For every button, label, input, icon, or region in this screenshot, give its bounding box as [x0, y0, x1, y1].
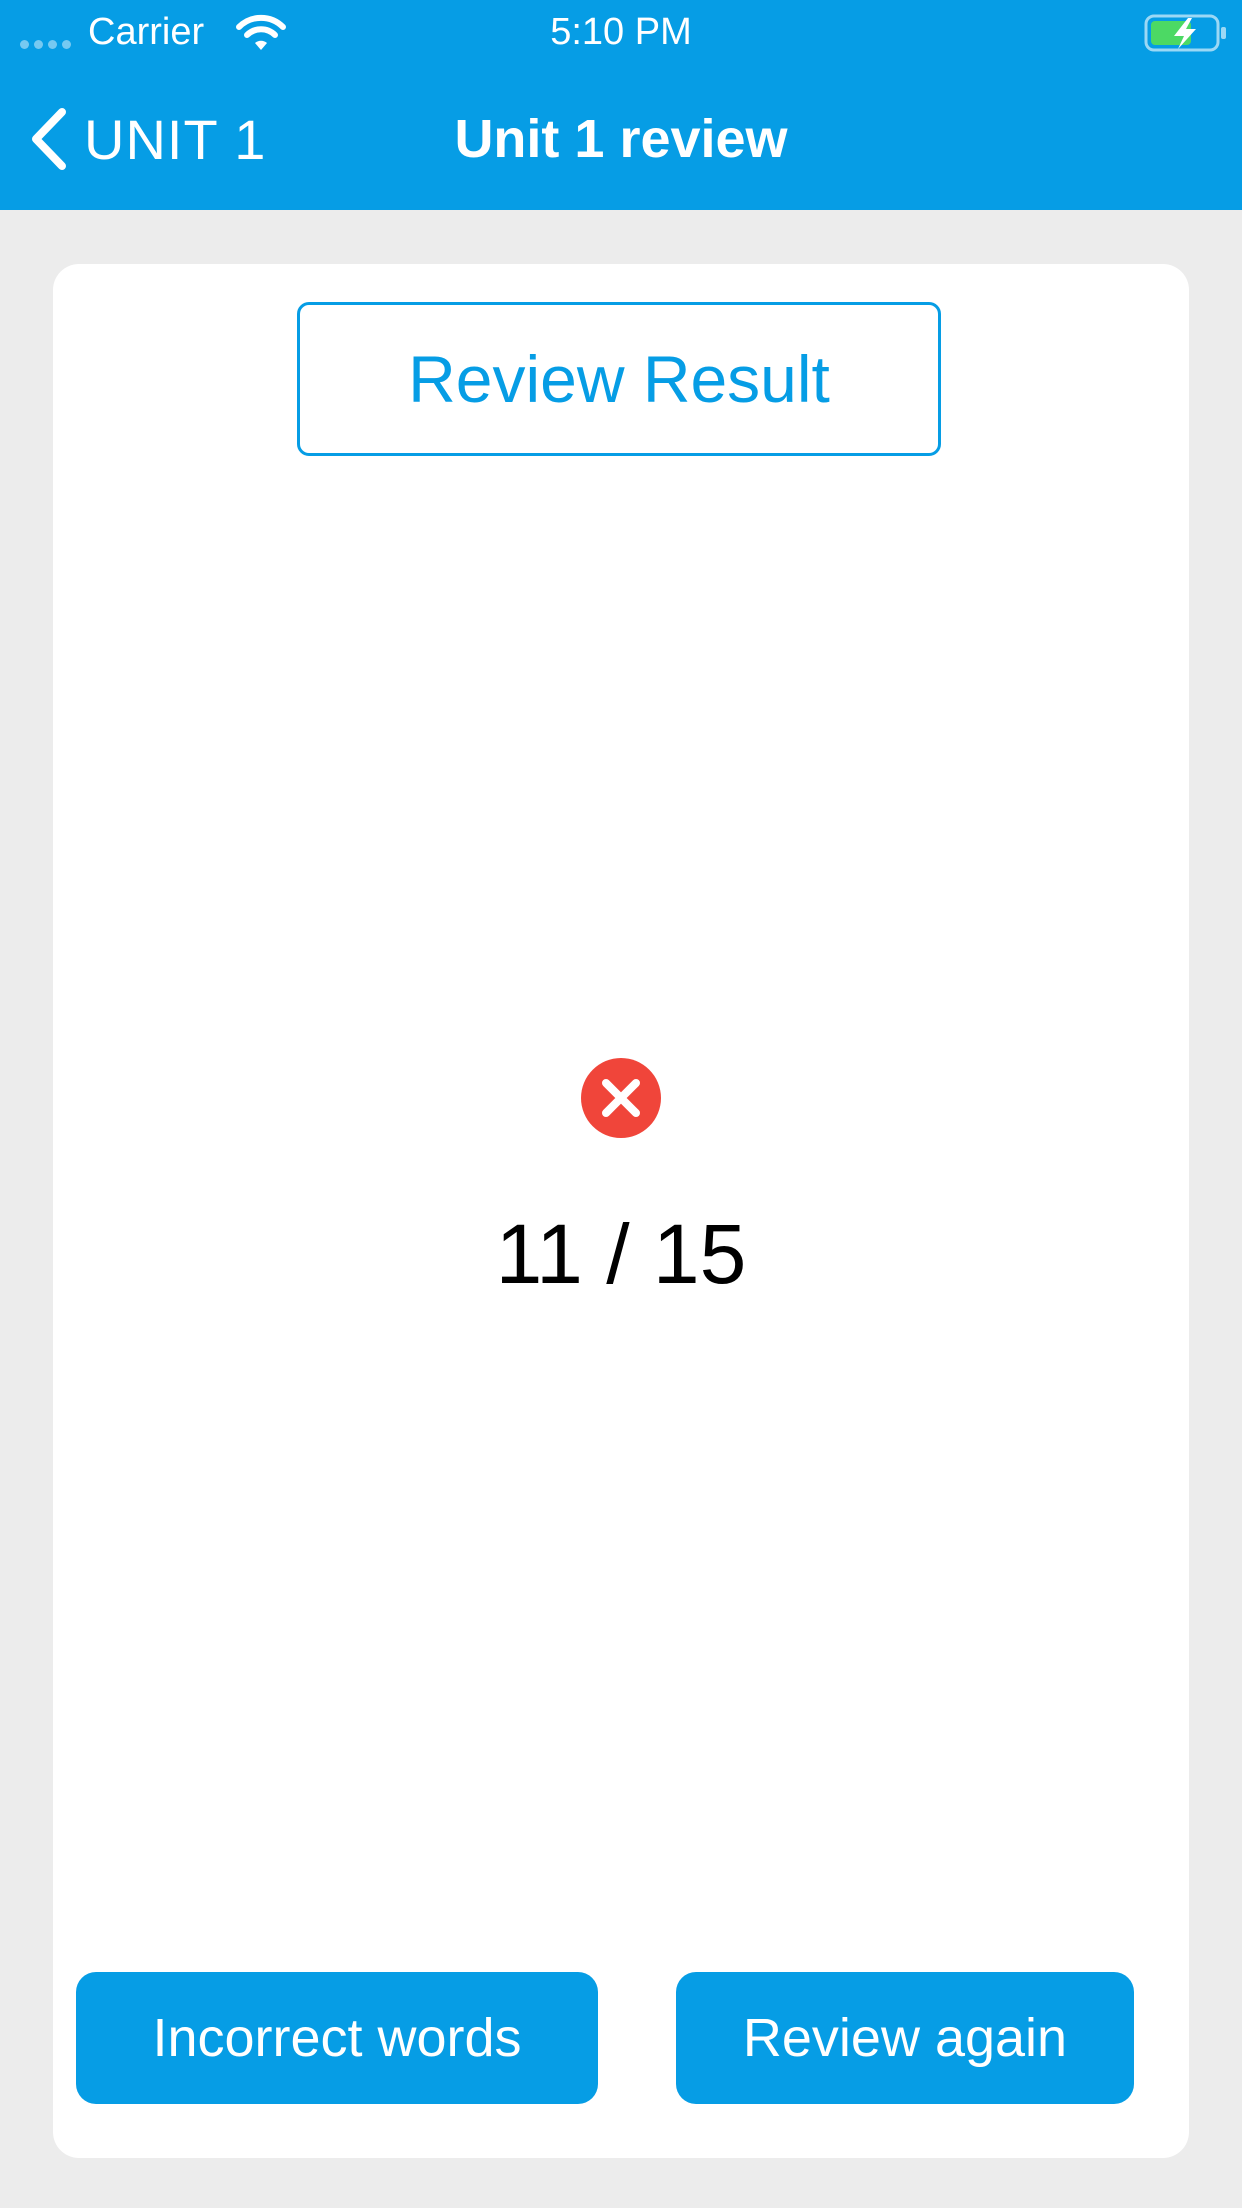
navigation-bar: UNIT 1 Unit 1 review	[0, 64, 1242, 210]
page-title: Unit 1 review	[454, 109, 788, 169]
status-time: 5:10 PM	[550, 11, 692, 53]
status-bar: Carrier 5:10 PM	[0, 0, 1242, 64]
close-circle-icon	[581, 1058, 661, 1138]
review-again-button[interactable]: Review again	[676, 1972, 1134, 2104]
score-text: 11 / 15	[495, 1207, 747, 1301]
header-bar: Carrier 5:10 PM UNIT 1 Unit 1 review	[0, 0, 1242, 210]
result-card: Review Result 11 / 15 Incorrect words Re…	[53, 264, 1189, 2158]
battery-charging-icon	[1144, 14, 1226, 52]
review-result-heading: Review Result	[297, 302, 941, 456]
incorrect-words-button[interactable]: Incorrect words	[76, 1972, 598, 2104]
